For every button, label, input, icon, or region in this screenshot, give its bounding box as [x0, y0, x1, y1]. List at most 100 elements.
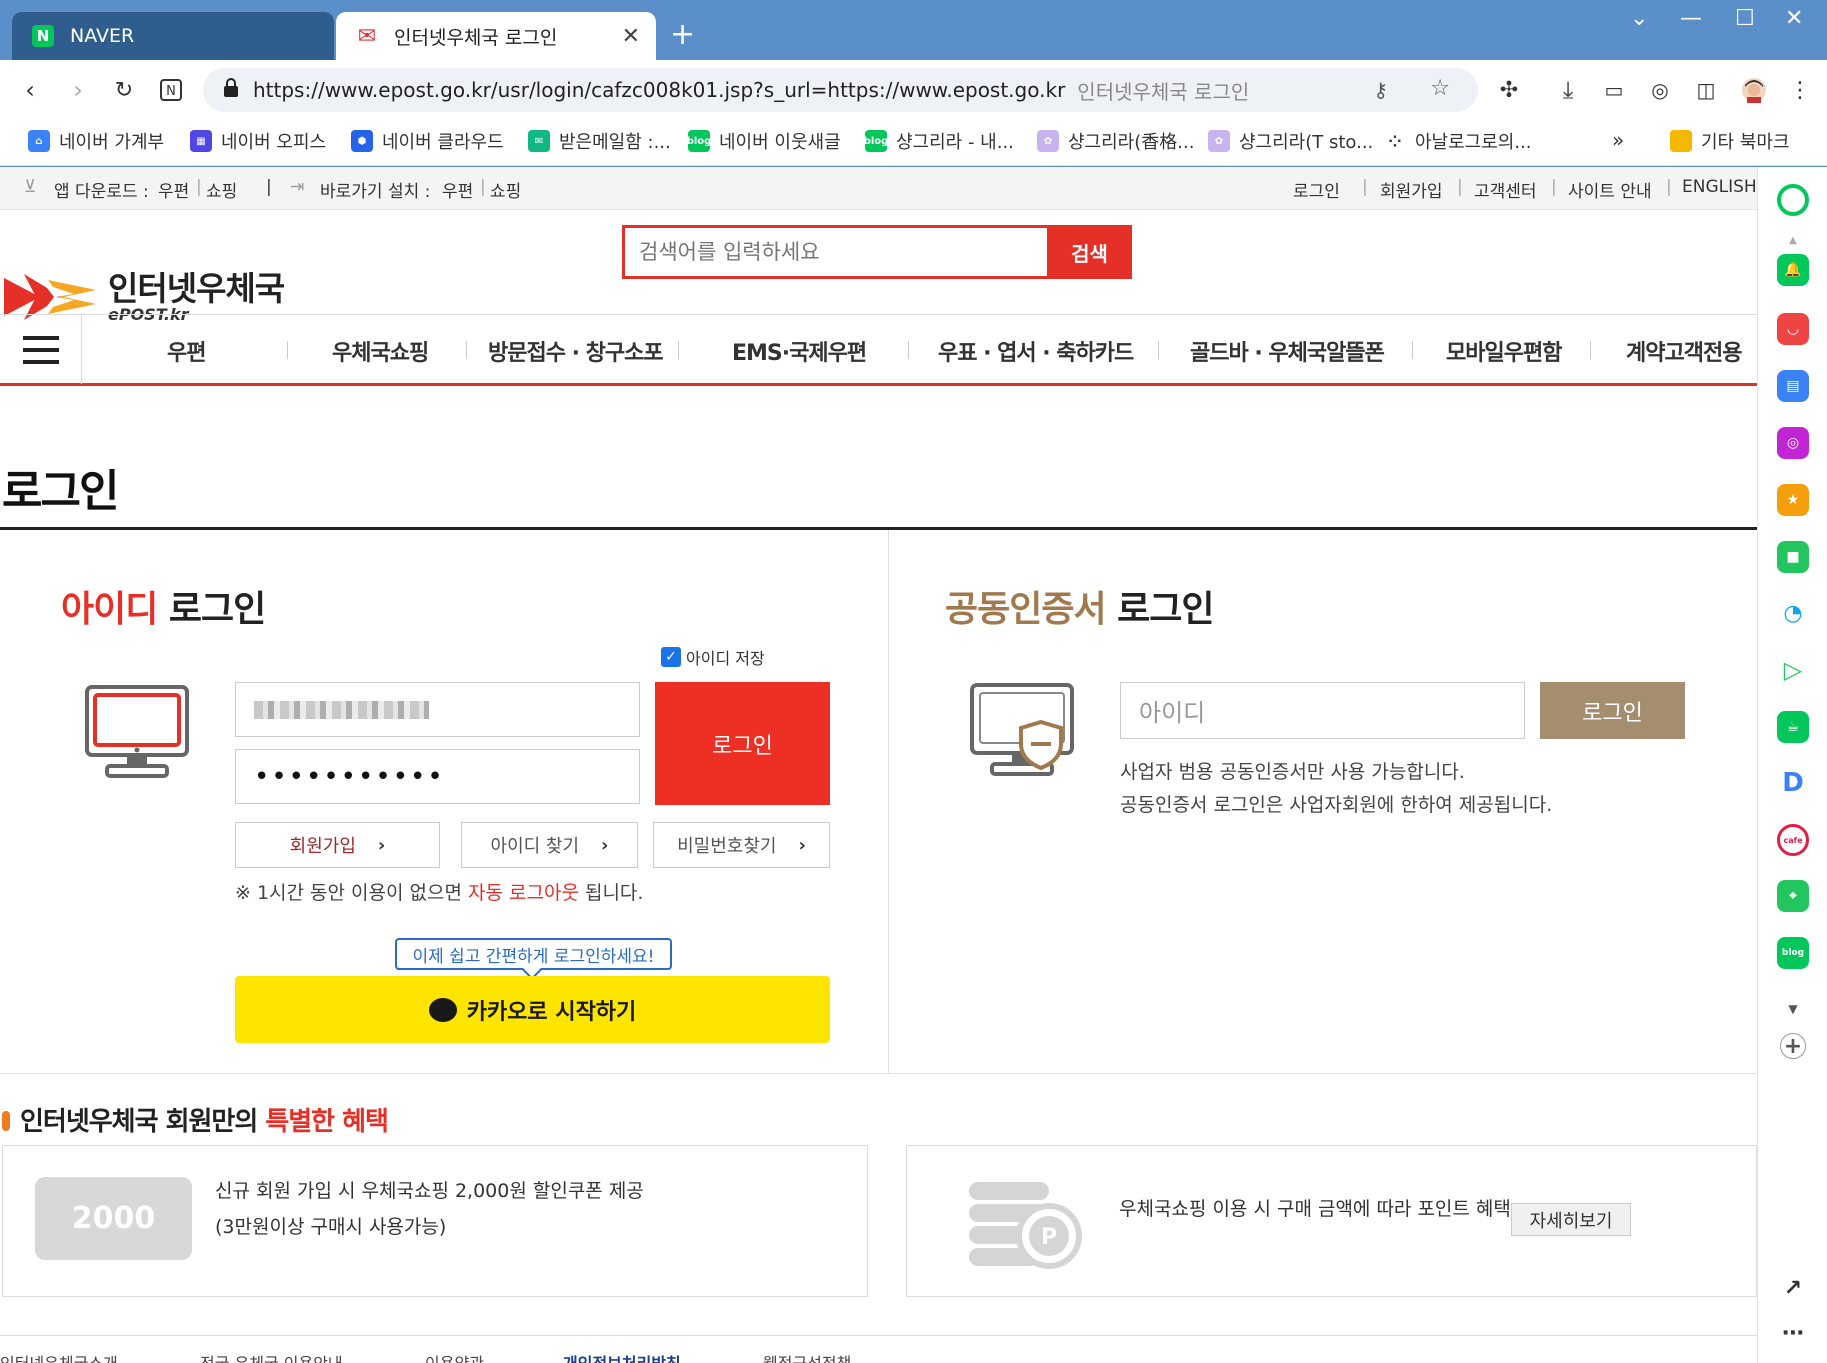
search-button[interactable]: 검색 — [1047, 225, 1132, 279]
nav-item-ems[interactable]: EMS·국제우편 — [732, 335, 867, 367]
key-icon[interactable]: ⚷ — [1373, 78, 1388, 102]
close-window-icon[interactable]: ✕ — [1785, 6, 1803, 31]
more-menu-icon[interactable]: ⋮ — [1784, 74, 1816, 106]
kakao-login-button[interactable]: 카카오로 시작하기 — [235, 976, 830, 1043]
id-input[interactable] — [235, 682, 640, 737]
chevron-right-icon: › — [601, 834, 609, 856]
footer-link[interactable]: 개인정보처리방침 — [563, 1350, 681, 1363]
split-view-icon[interactable]: ◫ — [1690, 74, 1722, 106]
add-icon[interactable]: + — [1780, 1033, 1806, 1059]
more-bookmarks-icon[interactable]: » — [1612, 128, 1624, 152]
bell-icon[interactable]: 🔔 — [1777, 254, 1809, 286]
more-dots-icon[interactable]: ⋯ — [1777, 1317, 1809, 1349]
reload-icon[interactable]: ↻ — [108, 74, 140, 106]
shortcut-small-icon: ⇥ — [290, 177, 305, 197]
util-login-link[interactable]: 로그인 — [1293, 177, 1340, 202]
external-link-icon[interactable]: ↗ — [1777, 1272, 1809, 1304]
bookmark-item[interactable]: ⌂ 네이버 가계부 — [28, 128, 164, 154]
search-input[interactable] — [625, 228, 1045, 276]
forward-icon[interactable]: › — [62, 74, 94, 106]
app-postal-link[interactable]: 우편 — [158, 177, 189, 202]
find-password-button[interactable]: 비밀번호찾기 › — [653, 822, 830, 868]
util-signup-link[interactable]: 회원가입 — [1380, 177, 1443, 202]
detail-button[interactable]: 자세히보기 — [1511, 1203, 1631, 1236]
maximize-icon[interactable]: ☐ — [1735, 6, 1755, 31]
back-icon[interactable]: ‹ — [14, 74, 46, 106]
bookmark-item[interactable]: ⁘ 아날로그로의... — [1384, 128, 1532, 154]
extensions-icon[interactable]: ✣ — [1493, 74, 1525, 106]
favorites-icon[interactable]: ☆ — [1430, 76, 1450, 101]
dots-icon: ⁘ — [1384, 130, 1406, 152]
bookmark-item[interactable]: blog 샹그리라 - 내... — [864, 128, 1014, 154]
cert-login-button[interactable]: 로그인 — [1540, 682, 1685, 739]
new-tab-icon[interactable]: + — [670, 20, 695, 50]
download-icon[interactable]: ⤓ — [1552, 74, 1584, 106]
instagram-icon[interactable]: ◎ — [1777, 427, 1809, 459]
bookmark-item[interactable]: ✿ 샹그리라(香格... — [1037, 128, 1194, 154]
cert-note-2: 공동인증서 로그인은 사업자회원에 한하여 제공됩니다. — [1120, 794, 1553, 816]
pocket-icon[interactable]: ◡ — [1777, 313, 1809, 345]
login-button[interactable]: 로그인 — [655, 682, 830, 805]
bookmark-item[interactable]: blog 네이버 이웃새글 — [687, 128, 841, 154]
bookmark-item[interactable]: ⬢ 네이버 클라우드 — [351, 128, 504, 154]
bookmark-item[interactable]: ✉ 받은메일함 :... — [528, 128, 671, 154]
address-bar[interactable]: https://www.epost.go.kr/usr/login/cafzc0… — [203, 68, 1478, 112]
nav-item-contract-customer[interactable]: 계약고객전용 — [1626, 335, 1742, 367]
naver-home-icon[interactable]: N — [155, 74, 187, 106]
capture-icon[interactable]: ▭ — [1598, 74, 1630, 106]
close-tab-icon[interactable]: ✕ — [622, 24, 640, 49]
profile-avatar[interactable] — [1738, 74, 1770, 106]
whale-green-icon[interactable] — [1777, 184, 1809, 216]
util-english-link[interactable]: ENGLISH — [1682, 177, 1757, 197]
save-id-checkbox[interactable]: ✓ 아이디 저장 — [661, 645, 765, 669]
util-customer-center-link[interactable]: 고객센터 — [1474, 177, 1537, 202]
naver-n-icon: N — [32, 25, 54, 47]
butterfly-icon: ✿ — [1208, 130, 1230, 152]
footer-link[interactable]: 이용약관 — [425, 1350, 484, 1363]
nav-item-stamps[interactable]: 우표 · 엽서 · 축하카드 — [938, 335, 1134, 367]
password-input[interactable]: ••••••••••• — [235, 749, 640, 804]
lock-icon — [223, 78, 239, 102]
util-site-guide-link[interactable]: 사이트 안내 — [1568, 177, 1652, 202]
bookmark-item[interactable]: ▦ 네이버 오피스 — [190, 128, 326, 154]
nav-item-shopping[interactable]: 우체국쇼핑 — [332, 335, 429, 367]
tab-epost-login[interactable]: ✉ 인터넷우체국 로그인 ✕ — [336, 12, 656, 60]
app-shopping-link[interactable]: 쇼핑 — [206, 177, 237, 202]
nav-item-goldbar[interactable]: 골드바 · 우체국알뜰폰 — [1190, 335, 1385, 367]
other-bookmarks-folder[interactable]: 기타 북마크 — [1670, 128, 1790, 154]
coupon-ticket-icon: 2000 — [35, 1177, 192, 1260]
site-footer: 인터넷우체국소개 전국 우체국 이용안내 이용약관 개인정보처리방침 웹접근성정… — [0, 1335, 1757, 1363]
cup-icon[interactable]: ☕ — [1777, 711, 1809, 743]
bookmark-item[interactable]: ✿ 샹그리라(T sto... — [1208, 128, 1373, 154]
briefcase-icon[interactable]: ▤ — [1777, 370, 1809, 402]
nav-item-postal[interactable]: 우편 — [167, 335, 206, 367]
play-icon[interactable]: ▷ — [1777, 654, 1809, 686]
signup-button[interactable]: 회원가입 › — [235, 822, 440, 868]
star-icon[interactable]: ★ — [1777, 484, 1809, 516]
computer-icon — [84, 684, 190, 784]
nav-item-visit-pickup[interactable]: 방문접수 · 창구소포 — [488, 335, 664, 367]
chevron-down-icon[interactable]: ⌄ — [1630, 6, 1648, 31]
blog-icon[interactable]: blog — [1777, 937, 1809, 969]
tab-naver[interactable]: N NAVER — [12, 12, 334, 60]
shortcut-shopping-link[interactable]: 쇼핑 — [490, 177, 521, 202]
minimize-icon[interactable]: — — [1680, 6, 1702, 31]
footer-link[interactable]: 인터넷우체국소개 — [0, 1350, 118, 1363]
chevron-up-icon[interactable]: ▲ — [1777, 224, 1809, 256]
office-icon: ▦ — [190, 130, 212, 152]
map-pin-icon[interactable]: ⌖ — [1777, 880, 1809, 912]
nav-item-mobile-mailbox[interactable]: 모바일우편함 — [1446, 335, 1562, 367]
daum-d-icon[interactable]: D — [1777, 767, 1809, 799]
square-icon[interactable]: ■ — [1777, 541, 1809, 573]
find-id-button[interactable]: 아이디 찾기 › — [461, 822, 638, 868]
svg-text:P: P — [1041, 1225, 1057, 1250]
chevron-down-icon[interactable]: ▼ — [1777, 993, 1809, 1025]
cert-id-input[interactable]: 아이디 — [1120, 682, 1525, 739]
screenshot-icon[interactable]: ◎ — [1644, 74, 1676, 106]
footer-link[interactable]: 웹접근성정책 — [763, 1350, 851, 1363]
hamburger-menu-icon[interactable] — [0, 315, 82, 384]
papago-icon[interactable]: ◔ — [1777, 597, 1809, 629]
cafe-icon[interactable]: cafe — [1777, 824, 1809, 856]
shortcut-postal-link[interactable]: 우편 — [442, 177, 473, 202]
footer-link[interactable]: 전국 우체국 이용안내 — [200, 1350, 343, 1363]
